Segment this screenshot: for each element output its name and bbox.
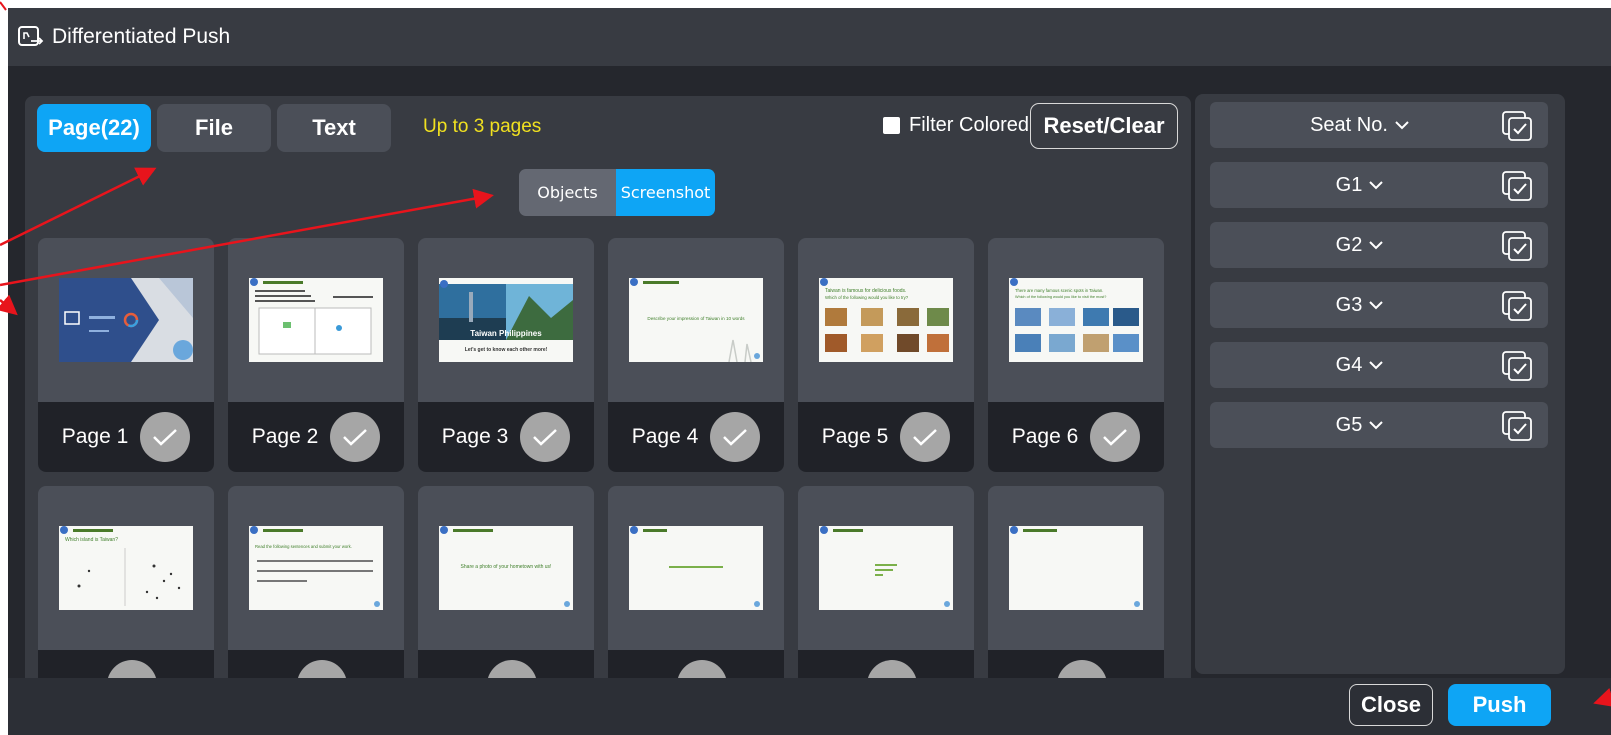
group-label: G5 xyxy=(1335,413,1363,436)
page-thumbnail xyxy=(1009,526,1143,610)
filter-colored-option[interactable]: Filter Colored xyxy=(883,114,1029,137)
checkmark-icon[interactable] xyxy=(1090,412,1141,462)
select-all-icon[interactable] xyxy=(1500,229,1534,263)
checkmark-icon[interactable] xyxy=(140,412,191,462)
select-all-icon[interactable] xyxy=(1500,409,1534,443)
page-selection-panel: Page(22) File Text Up to 3 pages Filter … xyxy=(25,96,1191,678)
group-row-g1[interactable]: G1 xyxy=(1210,162,1548,208)
thumb-title: Taiwan is famous for delicious foods. xyxy=(825,288,907,294)
group-label: G4 xyxy=(1335,353,1363,376)
checkmark-icon[interactable] xyxy=(900,412,951,462)
window-title: Differentiated Push xyxy=(52,25,231,48)
group-row-g4[interactable]: G4 xyxy=(1210,342,1548,388)
chevron-down-icon xyxy=(1369,181,1384,190)
filter-colored-label: Filter Colored xyxy=(909,114,1030,136)
page-thumbnail xyxy=(819,526,953,610)
checkmark-icon[interactable] xyxy=(1057,660,1107,678)
chevron-down-icon xyxy=(1369,241,1384,250)
select-all-icon[interactable] xyxy=(1500,349,1534,383)
page-thumbnail xyxy=(59,278,193,362)
filter-colored-checkbox[interactable] xyxy=(883,117,900,134)
page-card[interactable]: Which island is Taiwan? xyxy=(38,486,214,678)
page-card[interactable]: There are many famous scenic spots in Ta… xyxy=(988,238,1164,472)
page-label: Page 4 xyxy=(631,425,699,448)
checkmark-icon[interactable] xyxy=(107,660,157,678)
checkmark-icon[interactable] xyxy=(330,412,381,462)
push-window-icon xyxy=(16,22,46,52)
page-card[interactable]: Page 1 xyxy=(38,238,214,472)
page-card[interactable] xyxy=(798,486,974,678)
chevron-down-icon xyxy=(1369,301,1384,310)
dialog-body: Page(22) File Text Up to 3 pages Filter … xyxy=(8,66,1611,678)
page-grid: Page 1 Page 2 Taiwan Philippines Let's g… xyxy=(38,238,1183,678)
group-label: G1 xyxy=(1335,173,1363,196)
chevron-down-icon xyxy=(1395,121,1409,130)
page-thumbnail: Read the following sentences and submit … xyxy=(249,526,383,610)
thumb-subtitle: Which of the following would you like to… xyxy=(825,295,909,300)
page-label: Page 1 xyxy=(61,425,129,448)
page-card[interactable] xyxy=(988,486,1164,678)
reset-clear-button[interactable]: Reset/Clear xyxy=(1030,103,1178,149)
checkmark-icon[interactable] xyxy=(520,412,571,462)
annotation-arrow xyxy=(0,1,7,11)
page-card[interactable]: Taiwan Philippines Let's get to know eac… xyxy=(418,238,594,472)
thumb-banner-text: Taiwan Philippines xyxy=(470,329,542,338)
group-panel: Seat No. G1 G2 G3 G4 G5 xyxy=(1195,94,1565,674)
group-row-seat-no[interactable]: Seat No. xyxy=(1210,102,1548,148)
page-thumbnail: There are many famous scenic spots in Ta… xyxy=(1009,278,1143,362)
view-mode-toggle: Objects Screenshot xyxy=(519,169,715,216)
thumb-caption: Let's get to know each other more! xyxy=(464,347,548,353)
thumb-title: There are many famous scenic spots in Ta… xyxy=(1015,288,1104,293)
page-thumbnail: Share a photo of your hometown with us! xyxy=(439,526,573,610)
page-thumbnail: Taiwan is famous for delicious foods. Wh… xyxy=(819,278,953,362)
page-card[interactable]: Page 2 xyxy=(228,238,404,472)
chevron-down-icon xyxy=(1369,361,1384,370)
thumb-subtitle: Which of the following would you like to… xyxy=(1015,295,1107,299)
group-label: G2 xyxy=(1335,233,1363,256)
group-label: Seat No. xyxy=(1310,113,1388,136)
group-row-g2[interactable]: G2 xyxy=(1210,222,1548,268)
page-label: Page 2 xyxy=(251,425,319,448)
select-all-icon[interactable] xyxy=(1500,289,1534,323)
group-row-g3[interactable]: G3 xyxy=(1210,282,1548,328)
checkmark-icon[interactable] xyxy=(487,660,537,678)
screenshot-option[interactable]: Screenshot xyxy=(616,169,715,216)
select-all-icon[interactable] xyxy=(1500,109,1534,143)
select-all-icon[interactable] xyxy=(1500,169,1534,203)
thumb-title: Which island is Taiwan? xyxy=(65,537,118,543)
chevron-down-icon xyxy=(1369,421,1384,430)
thumb-title: Read the following sentences and submit … xyxy=(255,544,352,549)
page-thumbnail: Describe your impression of Taiwan in 10… xyxy=(629,278,763,362)
page-label: Page 5 xyxy=(821,425,889,448)
checkmark-icon[interactable] xyxy=(867,660,917,678)
thumb-caption: Share a photo of your hometown with us! xyxy=(460,564,552,570)
tab-file[interactable]: File xyxy=(157,104,271,152)
tab-page[interactable]: Page(22) xyxy=(37,104,151,152)
push-button[interactable]: Push xyxy=(1448,684,1551,726)
checkmark-icon[interactable] xyxy=(710,412,761,462)
page-limit-hint: Up to 3 pages xyxy=(423,116,542,137)
page-thumbnail xyxy=(629,526,763,610)
differentiated-push-dialog: Differentiated Push Page(22) File Text U… xyxy=(8,8,1611,735)
group-row-g5[interactable]: G5 xyxy=(1210,402,1548,448)
thumb-caption: Describe your impression of Taiwan in 10… xyxy=(647,316,745,321)
checkmark-icon[interactable] xyxy=(297,660,347,678)
page-label: Page 6 xyxy=(1011,425,1079,448)
group-label: G3 xyxy=(1335,293,1363,316)
page-card[interactable]: Share a photo of your hometown with us! xyxy=(418,486,594,678)
title-bar: Differentiated Push xyxy=(8,8,1611,66)
page-card[interactable] xyxy=(608,486,784,678)
page-thumbnail: Taiwan Philippines Let's get to know eac… xyxy=(439,278,573,362)
page-thumbnail: Which island is Taiwan? xyxy=(59,526,193,610)
checkmark-icon[interactable] xyxy=(677,660,727,678)
dialog-footer: Close Push xyxy=(8,678,1611,735)
page-card[interactable]: Describe your impression of Taiwan in 10… xyxy=(608,238,784,472)
close-button[interactable]: Close xyxy=(1349,684,1433,726)
page-label: Page 3 xyxy=(441,425,509,448)
objects-option[interactable]: Objects xyxy=(519,169,616,216)
tab-text[interactable]: Text xyxy=(277,104,391,152)
page-card[interactable]: Taiwan is famous for delicious foods. Wh… xyxy=(798,238,974,472)
page-thumbnail xyxy=(249,278,383,362)
page-card[interactable]: Read the following sentences and submit … xyxy=(228,486,404,678)
